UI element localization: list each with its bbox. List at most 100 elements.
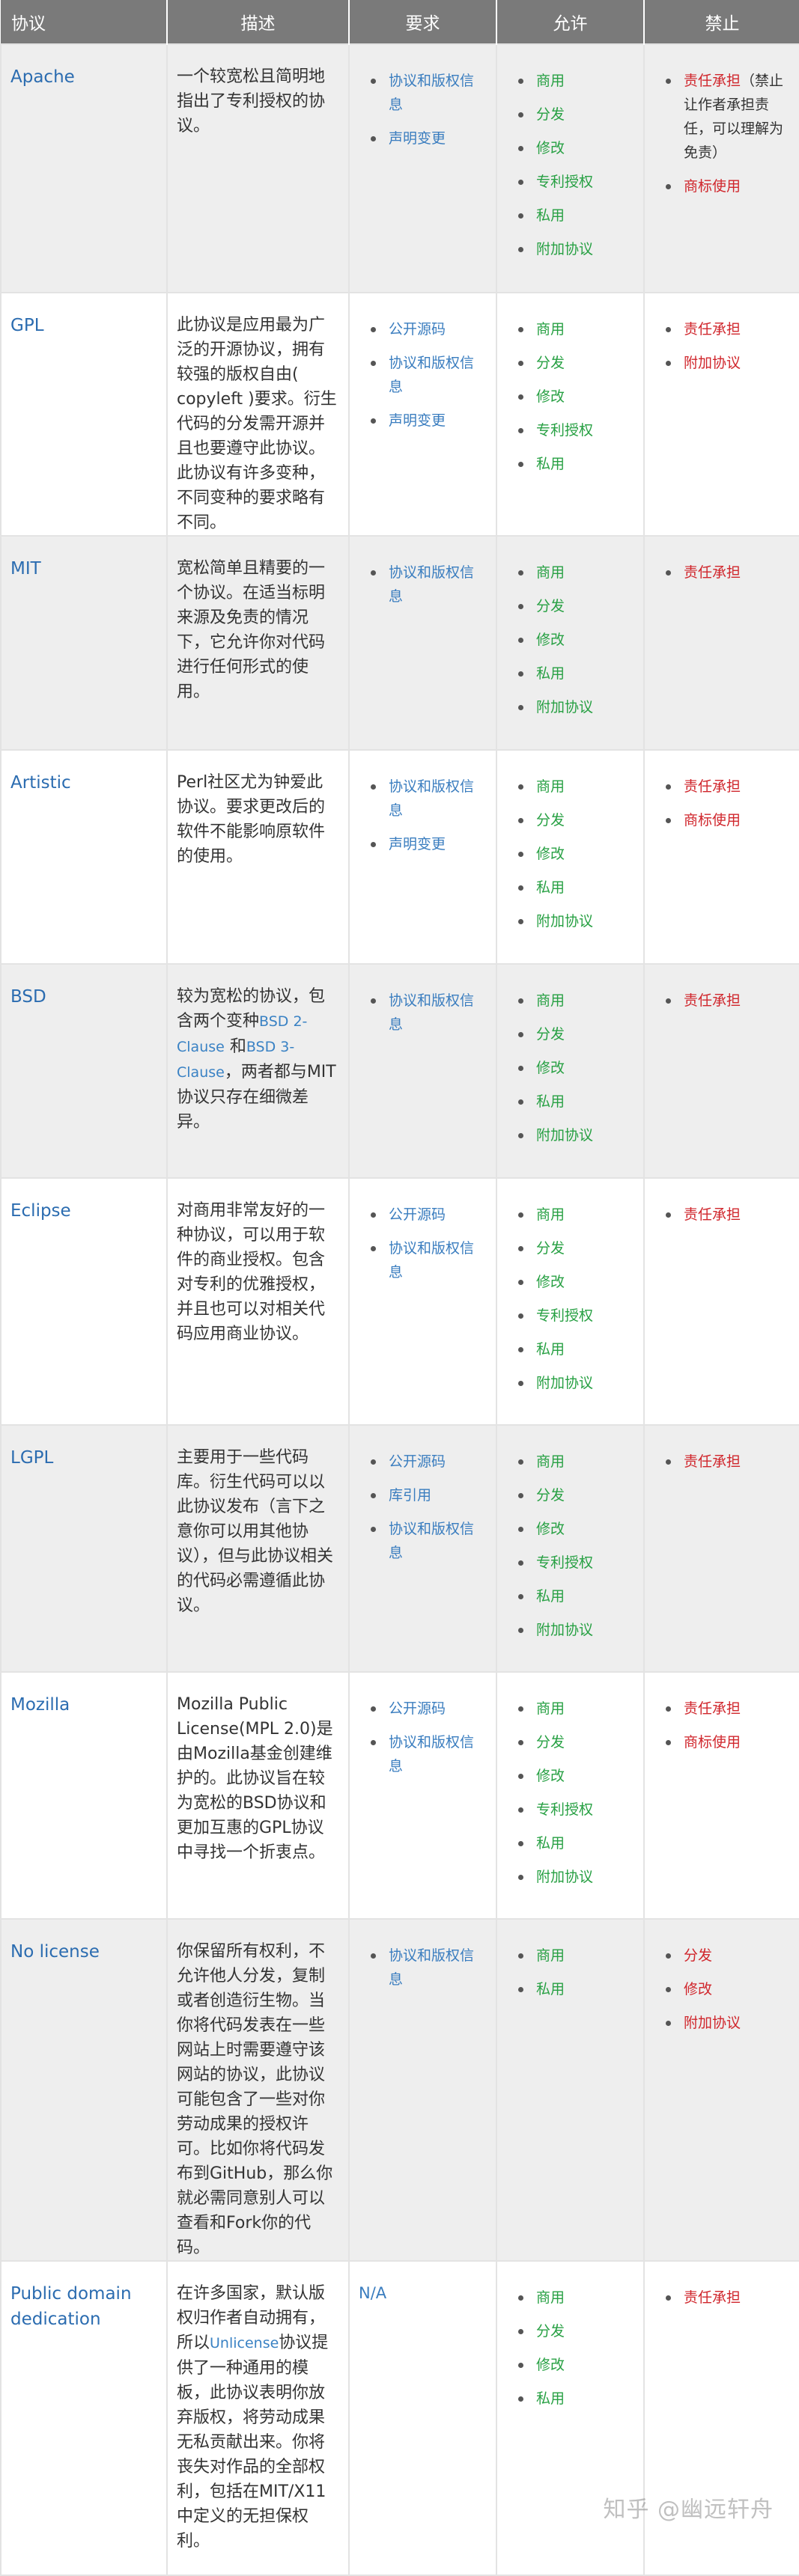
requirement-item[interactable]: 公开源码 — [371, 1203, 487, 1227]
permission-item[interactable]: 分发 — [518, 808, 634, 832]
cell-permissions: 商用分发修改专利授权私用附加协议 — [496, 1671, 645, 1920]
forbidden-list: 责任承担（禁止让作者承担责任，可以理解为免责） 商标使用 — [654, 64, 790, 198]
forbidden-item[interactable]: 责任承担 — [666, 317, 790, 341]
cell-forbidden: 责任承担 — [643, 963, 799, 1179]
permission-item[interactable]: 分发 — [518, 351, 634, 375]
requirement-item[interactable]: 公开源码 — [371, 317, 487, 341]
requirement-item[interactable]: 协议和版权信息 — [371, 351, 487, 399]
permission-item[interactable]: 修改 — [518, 385, 634, 409]
forbidden-item[interactable]: 修改 — [666, 1977, 790, 2001]
permission-item[interactable]: 修改 — [518, 1517, 634, 1541]
permission-item[interactable]: 专利授权 — [518, 1798, 634, 1822]
license-name-link[interactable]: Eclipse — [10, 1198, 157, 1224]
permission-item[interactable]: 私用 — [518, 1090, 634, 1114]
requirement-item[interactable]: 库引用 — [371, 1483, 487, 1507]
requirement-item[interactable]: 协议和版权信息 — [371, 1236, 487, 1284]
permission-item[interactable]: 分发 — [518, 594, 634, 618]
permission-item[interactable]: 商用 — [518, 317, 634, 341]
permission-item[interactable]: 修改 — [518, 1056, 634, 1080]
forbidden-item[interactable]: 分发 — [666, 1944, 790, 1968]
forbidden-item[interactable]: 责任承担 — [666, 1697, 790, 1721]
permission-item[interactable]: 附加协议 — [518, 1865, 634, 1889]
permission-item[interactable]: 修改 — [518, 842, 634, 866]
license-name-link[interactable]: Artistic — [10, 770, 157, 796]
permission-item[interactable]: 分发 — [518, 1483, 634, 1507]
description-link[interactable]: Unlicense — [210, 2335, 279, 2351]
license-name-link[interactable]: Mozilla — [10, 1692, 157, 1718]
permission-item[interactable]: 商用 — [518, 2286, 634, 2310]
license-name-link[interactable]: LGPL — [10, 1445, 157, 1471]
permission-item[interactable]: 附加协议 — [518, 1618, 634, 1642]
forbidden-item[interactable]: 责任承担 — [666, 989, 790, 1013]
requirement-item[interactable]: 公开源码 — [371, 1450, 487, 1474]
permission-item[interactable]: 附加协议 — [518, 909, 634, 933]
permission-item[interactable]: 私用 — [518, 2387, 634, 2411]
permission-item[interactable]: 商用 — [518, 69, 634, 93]
permission-item[interactable]: 商用 — [518, 1203, 634, 1227]
permission-item[interactable]: 商用 — [518, 1450, 634, 1474]
cell-permissions: 商用分发修改私用附加协议 — [496, 963, 645, 1179]
permission-item[interactable]: 私用 — [518, 1337, 634, 1361]
license-table: 协议 描述 要求 允许 禁止 Apache 一个较宽松且简明地指出了专利授权的协议… — [0, 0, 799, 2576]
permission-item[interactable]: 私用 — [518, 662, 634, 686]
permission-item[interactable]: 修改 — [518, 1764, 634, 1788]
requirement-item[interactable]: 协议和版权信息 — [371, 989, 487, 1037]
license-name-link[interactable]: No license — [10, 1939, 157, 1965]
license-name-link[interactable]: Apache — [10, 64, 157, 90]
forbidden-item[interactable]: 责任承担 — [666, 775, 790, 799]
permission-item[interactable]: 商用 — [518, 561, 634, 585]
forbidden-item[interactable]: 责任承担 — [666, 2286, 790, 2310]
license-name-link[interactable]: MIT — [10, 556, 157, 582]
permission-item[interactable]: 商用 — [518, 775, 634, 799]
forbidden-item[interactable]: 附加协议 — [666, 2011, 790, 2035]
forbidden-item[interactable]: 责任承担 — [666, 561, 790, 585]
requirement-item[interactable]: 协议和版权信息 — [371, 1730, 487, 1778]
requirement-item[interactable]: 协议和版权信息 — [371, 1517, 487, 1565]
permission-item[interactable]: 商用 — [518, 1944, 634, 1968]
permission-item[interactable]: 修改 — [518, 136, 634, 160]
permission-item[interactable]: 修改 — [518, 628, 634, 652]
permission-item[interactable]: 专利授权 — [518, 1304, 634, 1328]
permission-item[interactable]: 私用 — [518, 1584, 634, 1608]
cell-forbidden: 责任承担 商标使用 — [643, 1671, 799, 1920]
permission-item[interactable]: 分发 — [518, 1730, 634, 1754]
license-name-link[interactable]: GPL — [10, 313, 157, 338]
requirement-item[interactable]: 声明变更 — [371, 832, 487, 856]
requirement-item[interactable]: 公开源码 — [371, 1697, 487, 1721]
license-name-link[interactable]: BSD — [10, 984, 157, 1010]
forbidden-item[interactable]: 商标使用 — [666, 174, 790, 198]
permission-item[interactable]: 修改 — [518, 1270, 634, 1294]
permission-item[interactable]: 专利授权 — [518, 1551, 634, 1575]
permission-item[interactable]: 附加协议 — [518, 1123, 634, 1147]
permission-item[interactable]: 商用 — [518, 989, 634, 1013]
forbidden-item[interactable]: 责任承担 — [666, 1203, 790, 1227]
permission-item[interactable]: 分发 — [518, 2319, 634, 2343]
permission-item[interactable]: 私用 — [518, 1831, 634, 1855]
permission-item[interactable]: 附加协议 — [518, 695, 634, 719]
permission-item[interactable]: 分发 — [518, 1236, 634, 1260]
forbidden-item[interactable]: 责任承担（禁止让作者承担责任，可以理解为免责） — [666, 69, 790, 165]
forbidden-item[interactable]: 商标使用 — [666, 808, 790, 832]
license-name-link[interactable]: Public domain dedication — [10, 2281, 157, 2332]
permission-item[interactable]: 私用 — [518, 204, 634, 228]
forbidden-item[interactable]: 附加协议 — [666, 351, 790, 375]
permission-item[interactable]: 分发 — [518, 1022, 634, 1046]
permission-item[interactable]: 分发 — [518, 103, 634, 126]
permission-item[interactable]: 私用 — [518, 452, 634, 476]
forbidden-item[interactable]: 商标使用 — [666, 1730, 790, 1754]
permission-item[interactable]: 附加协议 — [518, 1371, 634, 1395]
permission-item[interactable]: 附加协议 — [518, 237, 634, 261]
permission-item[interactable]: 私用 — [518, 876, 634, 900]
forbidden-item[interactable]: 责任承担 — [666, 1450, 790, 1474]
requirement-item[interactable]: 协议和版权信息 — [371, 1944, 487, 1991]
requirement-item[interactable]: 协议和版权信息 — [371, 775, 487, 822]
permission-item[interactable]: 私用 — [518, 1977, 634, 2001]
permission-item[interactable]: 修改 — [518, 2353, 634, 2377]
permission-item[interactable]: 商用 — [518, 1697, 634, 1721]
permission-item[interactable]: 专利授权 — [518, 418, 634, 442]
requirement-item[interactable]: 声明变更 — [371, 409, 487, 433]
requirement-item[interactable]: 声明变更 — [371, 126, 487, 150]
requirement-item[interactable]: 协议和版权信息 — [371, 69, 487, 117]
permission-item[interactable]: 专利授权 — [518, 170, 634, 194]
requirement-item[interactable]: 协议和版权信息 — [371, 561, 487, 608]
